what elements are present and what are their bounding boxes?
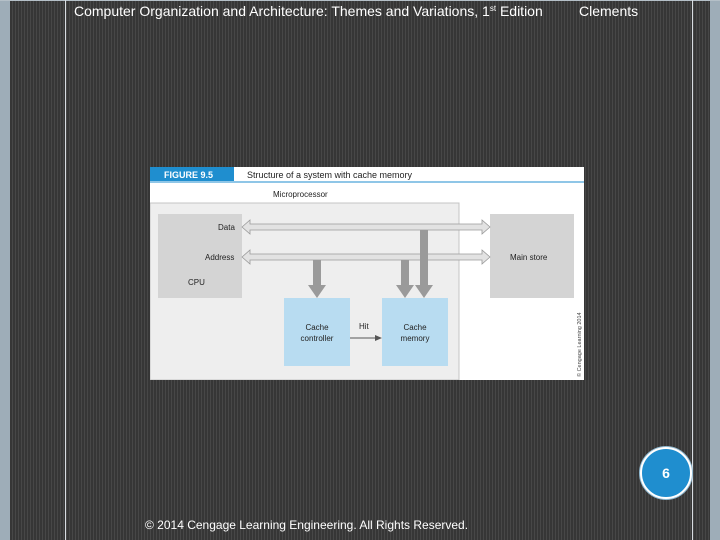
cache-controller-label-1: Cache <box>305 323 329 332</box>
left-accent-bar <box>0 0 10 540</box>
cache-controller-label-2: controller <box>301 334 334 343</box>
figure-caption: Structure of a system with cache memory <box>247 170 413 180</box>
microprocessor-label: Microprocessor <box>273 190 328 199</box>
address-label: Address <box>205 253 234 262</box>
right-vertical-rule <box>692 0 693 540</box>
cache-memory-label-2: memory <box>401 334 430 343</box>
left-vertical-rule <box>65 0 66 540</box>
data-label: Data <box>218 223 235 232</box>
slide-title: Computer Organization and Architecture: … <box>74 3 543 19</box>
copyright-footer: © 2014 Cengage Learning Engineering. All… <box>145 518 469 532</box>
main-store-label: Main store <box>510 253 548 262</box>
page-number-badge: 6 <box>640 447 692 499</box>
cache-controller-box <box>284 298 350 366</box>
cache-memory-box <box>382 298 448 366</box>
title-text: Computer Organization and Architecture: … <box>74 3 490 19</box>
cache-structure-diagram: FIGURE 9.5 Structure of a system with ca… <box>150 167 584 380</box>
author-name: Clements <box>579 3 639 19</box>
figure-tag: FIGURE 9.5 <box>164 170 213 180</box>
cpu-label: CPU <box>188 278 205 287</box>
figure-credit: © Cengage Learning 2014 <box>576 312 583 377</box>
hit-label: Hit <box>359 322 370 331</box>
title-edition: Edition <box>496 3 543 19</box>
figure-panel: FIGURE 9.5 Structure of a system with ca… <box>150 167 584 380</box>
cache-memory-label-1: Cache <box>403 323 427 332</box>
right-accent-bar <box>710 0 720 540</box>
header-line <box>0 0 720 1</box>
